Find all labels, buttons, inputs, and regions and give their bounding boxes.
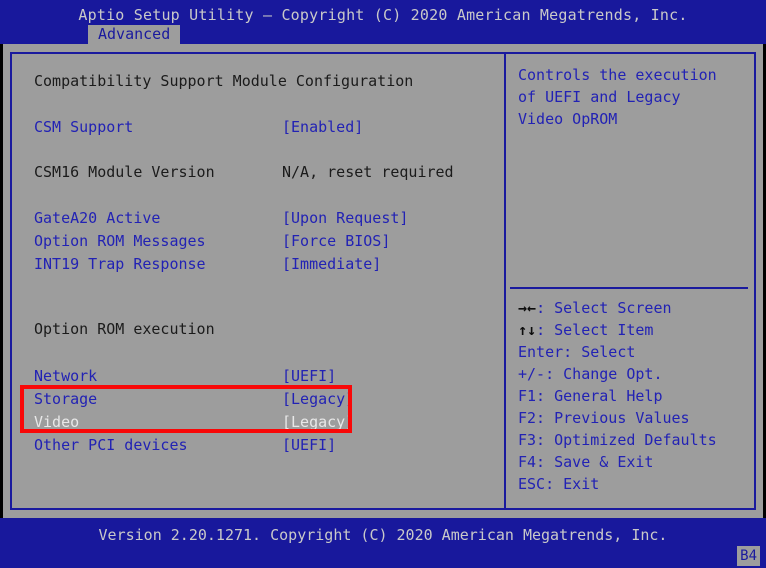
panel-divider-horizontal [510,287,748,289]
arrow-left-right-icon: →← [518,299,537,317]
key-legend-item: →←: Select Screen [518,297,750,319]
key-legend-label: Enter: Select [518,343,636,361]
setting-label: INT19 Trap Response [34,255,206,273]
key-legend-label: F4: Save & Exit [518,453,654,471]
key-legend-label: : Select Screen [536,299,672,317]
setting-value[interactable]: [UEFI] [282,365,336,387]
footer-bar: Version 2.20.1271. Copyright (C) 2020 Am… [0,518,766,568]
red-highlight-box [20,385,352,433]
key-legend-item: +/-: Change Opt. [518,363,750,385]
key-legend-item: F4: Save & Exit [518,451,750,473]
key-legend-label: : Select Item [536,321,654,339]
utility-title: Aptio Setup Utility – Copyright (C) 2020… [78,6,688,24]
setting-value[interactable]: [Enabled] [282,116,363,138]
key-legend-label: F3: Optimized Defaults [518,431,717,449]
key-legend-item: F3: Optimized Defaults [518,429,750,451]
setting-label: Network [34,367,98,385]
arrow-up-down-icon: ↑↓ [518,321,537,339]
setting-value[interactable]: [Upon Request] [282,207,408,229]
setting-label: Other PCI devices [34,436,188,454]
setting-row-int19-trap-response[interactable]: INT19 Trap Response [Immediate] [34,253,494,275]
setting-row-network[interactable]: Network [UEFI] [34,365,494,387]
title-bar: Aptio Setup Utility – Copyright (C) 2020… [0,0,766,44]
version-text: Version 2.20.1271. Copyright (C) 2020 Am… [98,526,668,544]
key-legend-label: ESC: Exit [518,475,600,493]
key-legend-label: F1: General Help [518,387,663,405]
setting-value[interactable]: [UEFI] [282,434,336,456]
setting-row-other-pci-devices[interactable]: Other PCI devices [UEFI] [34,434,494,456]
help-panel: Controls the execution of UEFI and Legac… [508,54,754,508]
key-legend-item: Enter: Select [518,341,750,363]
setting-row-option-rom-messages[interactable]: Option ROM Messages [Force BIOS] [34,230,494,252]
setting-value[interactable]: [Immediate] [282,253,381,275]
setting-row-gatea20-active[interactable]: GateA20 Active [Upon Request] [34,207,494,229]
setting-value: N/A, reset required [282,163,454,181]
setting-label: Option ROM Messages [34,232,206,250]
panel-divider-vertical [504,54,506,508]
help-description: Controls the execution of UEFI and Legac… [518,66,717,128]
tab-advanced[interactable]: Advanced [88,25,181,44]
key-legend: →←: Select Screen ↑↓: Select Item Enter:… [518,297,750,495]
key-legend-item: ESC: Exit [518,473,750,495]
group-heading-option-rom-execution: Option ROM execution [34,320,215,338]
setting-label: CSM16 Module Version [34,163,215,181]
key-legend-label: F2: Previous Values [518,409,690,427]
key-legend-item: ↑↓: Select Item [518,319,750,341]
corner-badge: B4 [737,546,760,566]
setting-value[interactable]: [Force BIOS] [282,230,390,252]
settings-panel: Compatibility Support Module Configurati… [12,54,504,508]
setting-row-csm-support[interactable]: CSM Support [Enabled] [34,116,494,138]
key-legend-item: F1: General Help [518,385,750,407]
menu-tab-bar: Advanced [0,25,766,44]
key-legend-item: F2: Previous Values [518,407,750,429]
setting-row-csm16-module-version: CSM16 Module Version N/A, reset required [34,161,494,183]
key-legend-label: +/-: Change Opt. [518,365,663,383]
setting-label: GateA20 Active [34,209,161,227]
setting-label: CSM Support [34,118,134,136]
section-title: Compatibility Support Module Configurati… [34,72,414,90]
bios-setup-screen: Aptio Setup Utility – Copyright (C) 2020… [0,0,766,568]
